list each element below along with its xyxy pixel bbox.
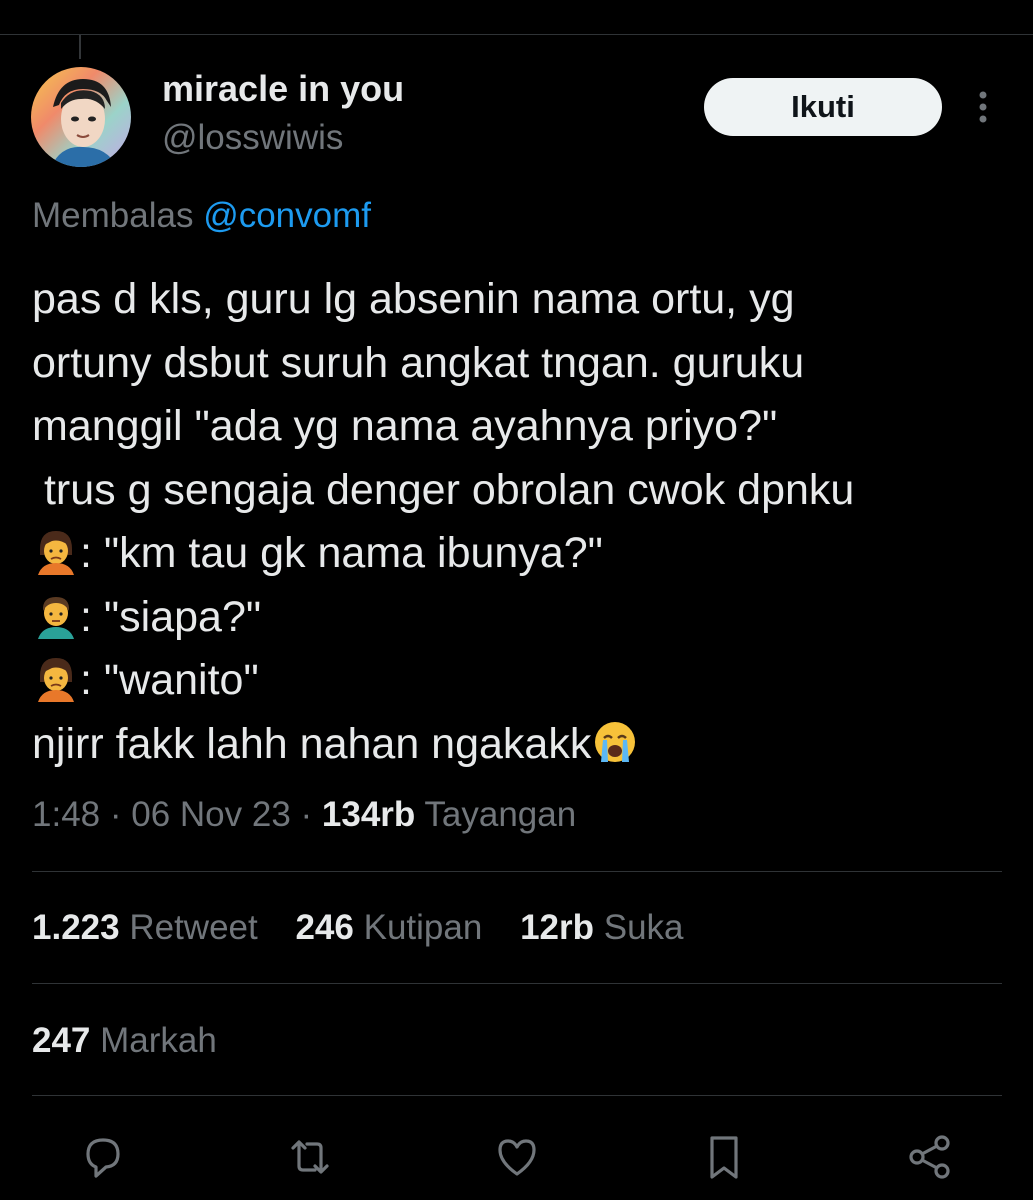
- divider: [32, 983, 1002, 984]
- like-stat[interactable]: 12rb Suka: [520, 908, 683, 947]
- bookmark-label: Markah: [100, 1021, 217, 1060]
- tweet-line-text: njirr fakk lahh nahan ngakakk: [32, 719, 592, 768]
- tweet-line-with-emoji: : "km tau gk nama ibunya?": [32, 522, 1022, 586]
- tweet-line-text: : "km tau gk nama ibunya?": [80, 529, 603, 577]
- views-label: Tayangan: [424, 795, 577, 834]
- tweet-line: manggil "ada yg nama ayahnya priyo?": [32, 402, 778, 450]
- engagement-stats: 1.223 Retweet 246 Kutipan 12rb Suka: [32, 908, 712, 948]
- reply-icon[interactable]: [78, 1132, 128, 1182]
- more-icon[interactable]: [968, 88, 998, 128]
- tweet-line-text: : "siapa?": [80, 592, 262, 641]
- retweet-stat[interactable]: 1.223 Retweet: [32, 908, 258, 947]
- tweet-time[interactable]: 1:48: [32, 795, 100, 834]
- tweet-text: pas d kls, guru lg absenin nama ortu, yg…: [32, 268, 1022, 776]
- man-emoji-icon: [32, 591, 80, 639]
- avatar-image: [31, 67, 131, 167]
- quote-stat[interactable]: 246 Kutipan: [295, 908, 482, 947]
- quote-label: Kutipan: [363, 908, 483, 947]
- like-count: 12rb: [520, 908, 594, 947]
- tweet-line: trus g sengaja denger obrolan cwok dpnku: [32, 465, 855, 514]
- retweet-icon[interactable]: [285, 1132, 335, 1182]
- divider: [32, 1095, 1002, 1096]
- retweet-label: Retweet: [129, 908, 258, 947]
- person-pouting-emoji-icon: [32, 527, 80, 575]
- tweet-line-with-emoji: : "wanito": [32, 649, 1022, 713]
- meta-separator: ·: [100, 795, 132, 834]
- top-divider: [0, 34, 1033, 35]
- share-icon[interactable]: [905, 1132, 955, 1182]
- thread-connector-line: [79, 35, 81, 59]
- tweet-line-with-emoji: : "siapa?": [32, 586, 1022, 650]
- follow-button[interactable]: Ikuti: [704, 78, 942, 136]
- display-name[interactable]: miracle in you: [162, 68, 404, 110]
- bookmark-count: 247: [32, 1021, 91, 1060]
- replying-to: Membalas @convomf: [32, 196, 371, 236]
- person-pouting-emoji-icon: [32, 654, 80, 702]
- tweet-line-text: : "wanito": [80, 656, 259, 704]
- replying-to-label: Membalas: [32, 196, 194, 235]
- like-icon[interactable]: [492, 1132, 542, 1182]
- user-handle[interactable]: @losswiwis: [162, 118, 343, 158]
- replying-to-handle[interactable]: @convomf: [203, 196, 371, 235]
- like-label: Suka: [603, 908, 684, 947]
- views-count: 134rb: [321, 795, 416, 834]
- tweet-meta: 1:48 · 06 Nov 23 · 134rb Tayangan: [32, 795, 576, 835]
- retweet-count: 1.223: [32, 908, 120, 947]
- quote-count: 246: [295, 908, 354, 947]
- follow-button-label: Ikuti: [791, 89, 855, 124]
- loudly-crying-face-emoji-icon: [591, 718, 639, 766]
- tweet-date[interactable]: 06 Nov 23: [131, 795, 291, 834]
- tweet-line: pas d kls, guru lg absenin nama ortu, yg: [32, 275, 795, 323]
- divider: [32, 871, 1002, 872]
- tweet-line: ortuny dsbut suruh angkat tngan. guruku: [32, 338, 805, 387]
- tweet-line-with-emoji: njirr fakk lahh nahan ngakakk: [32, 713, 1022, 777]
- meta-separator: ·: [290, 795, 322, 834]
- bookmark-icon[interactable]: [699, 1132, 749, 1182]
- bookmark-stat[interactable]: 247 Markah: [32, 1021, 217, 1061]
- avatar[interactable]: [31, 67, 131, 167]
